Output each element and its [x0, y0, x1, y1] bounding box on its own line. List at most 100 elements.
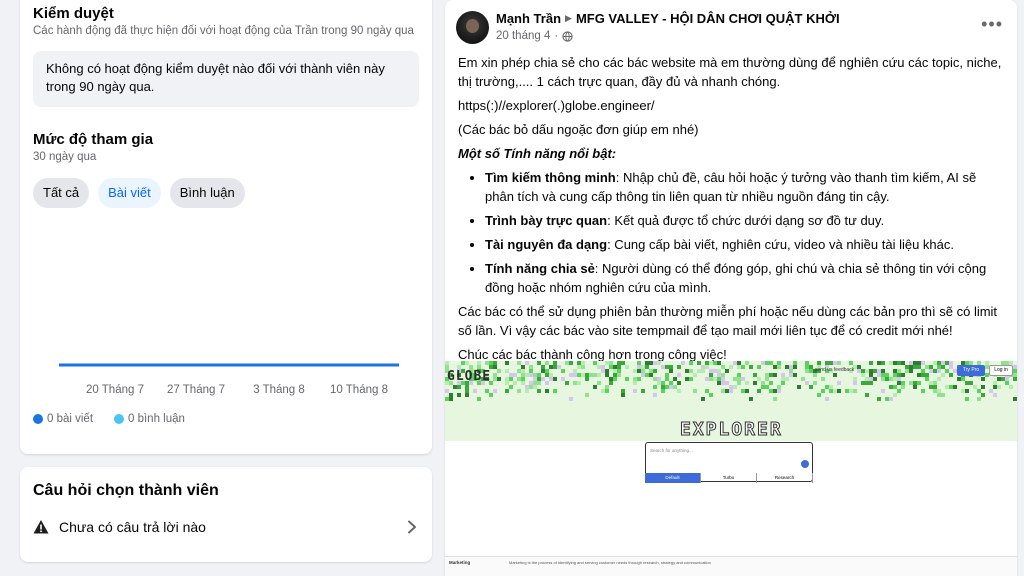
pixel: [793, 361, 797, 365]
pixel: [517, 361, 521, 365]
chip-comments[interactable]: Bình luận: [169, 178, 245, 208]
try-pro-button: Try Pro: [957, 365, 985, 376]
pixel: [521, 369, 525, 373]
pixel: [605, 361, 609, 365]
pixel: [445, 361, 449, 365]
pixel: [609, 381, 613, 385]
pixel: [697, 361, 701, 365]
pixel: [885, 377, 889, 381]
post-image[interactable]: GLOBE send us feedback Try Pro Log in EX…: [445, 361, 1017, 576]
pixel: [609, 361, 613, 365]
pixel: [757, 389, 761, 393]
pixel: [541, 369, 545, 373]
pixel: [705, 377, 709, 381]
pixel: [645, 361, 649, 365]
pixel: [853, 377, 857, 381]
pixel: [657, 381, 661, 385]
pixel: [897, 381, 901, 385]
pixel: [861, 381, 865, 385]
pixel: [877, 369, 881, 373]
pixel: [709, 361, 713, 365]
pixel: [729, 389, 733, 393]
chip-all[interactable]: Tất cả: [33, 178, 90, 208]
pixel: [709, 393, 713, 397]
moderation-subtitle: Các hành động đã thực hiện đối với hoạt …: [33, 25, 414, 37]
pixel: [785, 365, 789, 369]
author-avatar[interactable]: [456, 11, 489, 44]
pixel: [925, 377, 929, 381]
pixel: [913, 385, 917, 389]
pixel: [901, 373, 905, 377]
pixel: [913, 365, 917, 369]
pixel: [869, 377, 873, 381]
pixel: [545, 389, 549, 393]
pixel: [509, 373, 513, 377]
login-button: Log in: [989, 365, 1013, 376]
pixel: [897, 373, 901, 377]
group-name[interactable]: MFG VALLEY - HỘI DÂN CHƠI QUẬT KHỞI: [576, 11, 840, 26]
pixel: [949, 365, 953, 369]
more-options-icon[interactable]: •••: [981, 14, 1003, 35]
pixel: [777, 385, 781, 389]
author-name[interactable]: Mạnh Trần: [496, 11, 561, 26]
pixel: [677, 373, 681, 377]
legend-posts: 0 bài viết: [33, 413, 93, 425]
questions-row[interactable]: Chưa có câu trả lời nào: [33, 516, 419, 538]
pixel: [565, 361, 569, 365]
pixel: [781, 373, 785, 377]
pixel: [649, 361, 653, 365]
pixel: [641, 373, 645, 377]
pixel: [525, 389, 529, 393]
post-card: Mạnh Trần ▶ MFG VALLEY - HỘI DÂN CHƠI QU…: [445, 0, 1017, 576]
pixel: [933, 381, 937, 385]
pixel: [621, 393, 625, 397]
pixel: [721, 373, 725, 377]
pixel: [673, 385, 677, 389]
engagement-chart: 20 Tháng 7 27 Tháng 7 3 Tháng 8 10 Tháng 8: [59, 363, 399, 396]
pixel: [653, 385, 657, 389]
pixel: [633, 381, 637, 385]
pixel: [657, 361, 661, 365]
pixel: [605, 369, 609, 373]
pixel: [865, 369, 869, 373]
pixel: [517, 377, 521, 381]
pixel: [477, 397, 481, 401]
pixel: [793, 365, 797, 369]
pixel: [745, 389, 749, 393]
x-tick-label: 3 Tháng 8: [253, 384, 305, 396]
chip-posts[interactable]: Bài viết: [98, 178, 161, 208]
pixel: [641, 389, 645, 393]
pixel: [897, 377, 901, 381]
pixel: [993, 393, 997, 397]
pixel: [729, 385, 733, 389]
pixel: [677, 365, 681, 369]
pixel: [881, 369, 885, 373]
pixel: [737, 361, 741, 365]
pixel: [889, 397, 893, 401]
pixel: [977, 397, 981, 401]
pixel: [849, 389, 853, 393]
pixel: [733, 385, 737, 389]
pixel: [869, 361, 873, 365]
pixel: [837, 389, 841, 393]
pixel: [941, 393, 945, 397]
pixel: [817, 361, 821, 365]
pixel: [761, 385, 765, 389]
pixel: [753, 373, 757, 377]
pixel: [617, 369, 621, 373]
pixel: [737, 377, 741, 381]
pixel: [873, 377, 877, 381]
pixel: [877, 397, 881, 401]
pixel: [445, 397, 449, 401]
pixel: [493, 361, 497, 365]
post-date[interactable]: 20 tháng 4: [496, 30, 550, 42]
pixel: [717, 373, 721, 377]
pixel: [537, 381, 541, 385]
pixel: [617, 373, 621, 377]
pixel: [913, 361, 917, 365]
pixel: [533, 377, 537, 381]
pixel: [985, 361, 989, 365]
pixel: [701, 365, 705, 369]
pixel: [665, 385, 669, 389]
questions-title: Câu hỏi chọn thành viên: [33, 482, 219, 499]
